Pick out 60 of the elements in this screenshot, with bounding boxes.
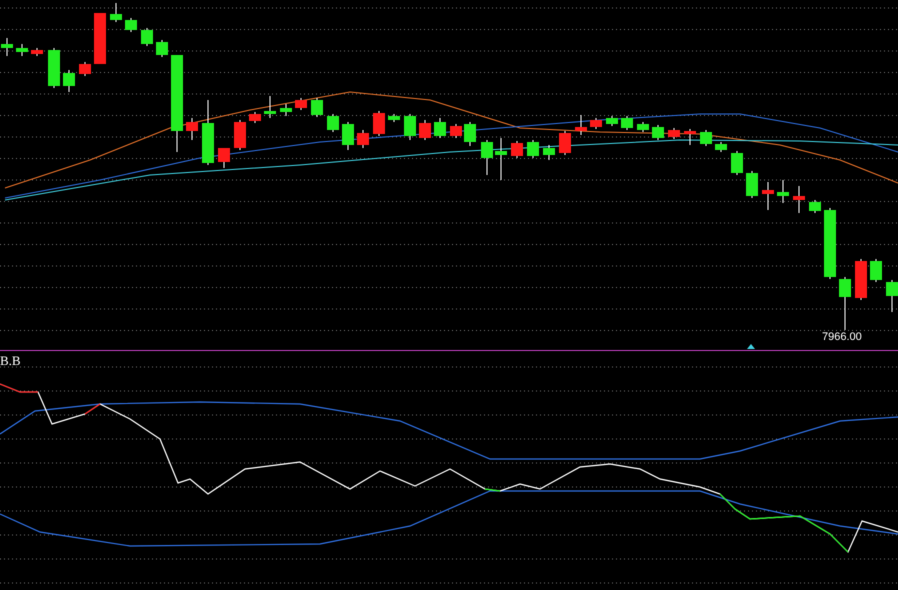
candlestick <box>684 128 696 146</box>
candlestick <box>824 208 836 280</box>
candlestick <box>79 62 91 76</box>
candlestick <box>839 276 851 330</box>
candlestick <box>419 120 431 140</box>
candlestick <box>186 118 198 140</box>
candlestick <box>606 116 618 126</box>
candlestick <box>450 124 462 138</box>
candlestick <box>590 118 602 130</box>
candlestick <box>527 140 539 158</box>
candlestick <box>218 148 230 168</box>
candlestick <box>48 48 60 88</box>
candlestick <box>731 150 743 176</box>
candlestick <box>746 170 758 198</box>
candlestick <box>1 38 13 56</box>
candlestick <box>63 70 75 92</box>
candlestick <box>373 110 385 136</box>
candlestick <box>295 98 307 110</box>
candlestick <box>388 114 400 122</box>
candlestick <box>886 280 898 312</box>
candlestick <box>125 18 137 32</box>
candlestick <box>575 114 587 136</box>
candlestick <box>481 140 493 176</box>
candlestick <box>870 258 882 282</box>
candlestick <box>94 12 106 64</box>
candlestick <box>16 44 28 56</box>
candlestick <box>342 122 354 150</box>
candlestick <box>141 28 153 46</box>
candlestick <box>280 104 292 116</box>
candlestick <box>404 114 416 140</box>
price-label: 7966.00 <box>822 332 862 343</box>
candlestick <box>762 182 774 210</box>
candlestick <box>511 140 523 158</box>
candlestick <box>652 124 664 140</box>
candlestick <box>793 186 805 214</box>
triangle-marker-icon <box>747 344 755 349</box>
candlestick <box>327 114 339 132</box>
candlestick <box>559 130 571 156</box>
candlestick <box>31 48 43 56</box>
candlestick <box>668 128 680 140</box>
candlestick <box>464 122 476 146</box>
candlestick <box>809 200 821 214</box>
candlestick <box>495 138 507 180</box>
indicator-label: B.B <box>0 354 21 367</box>
candlestick <box>249 112 261 124</box>
candlestick <box>264 96 276 118</box>
candlestick <box>543 144 555 160</box>
candlestick <box>621 116 633 130</box>
candlestick <box>777 180 789 204</box>
candlestick <box>311 98 323 118</box>
candlestick <box>855 258 867 300</box>
candlestick <box>700 130 712 146</box>
candlestick <box>637 122 649 132</box>
candlestick <box>434 118 446 138</box>
candlestick <box>156 40 168 58</box>
candlestick <box>357 130 369 148</box>
candlestick <box>202 100 214 166</box>
candlestick <box>234 120 246 150</box>
candlestick <box>715 142 727 152</box>
candlestick <box>110 2 122 22</box>
